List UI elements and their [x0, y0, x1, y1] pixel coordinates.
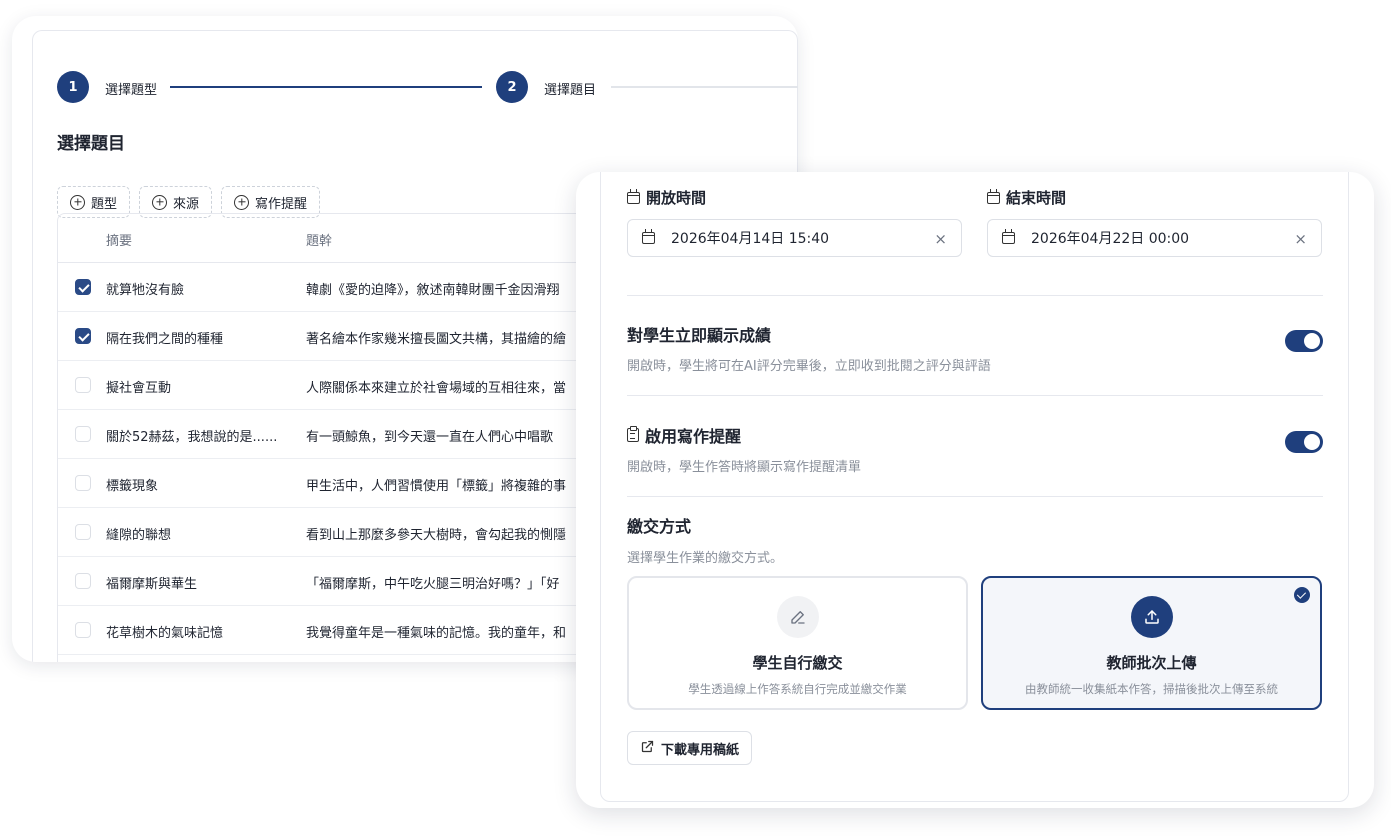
download-paper-button[interactable]: 下載專用稿紙 — [627, 731, 753, 765]
row-stem: 韓劇《愛的迫降》，敘述南韓財團千金因滑翔 — [306, 283, 560, 298]
close-time-label: 結束時間 — [1006, 189, 1067, 207]
show-score-desc: 開啟時，學生將可在AI評分完畢後，立即收到批閱之評分與評語 — [627, 359, 991, 374]
row-checkbox[interactable] — [75, 524, 91, 540]
show-score-setting: 對學生立即顯示成績 開啟時，學生將可在AI評分完畢後，立即收到批閱之評分與評語 — [627, 322, 1323, 374]
step-1-indicator[interactable]: 1 — [57, 71, 89, 103]
clear-icon[interactable]: × — [1294, 230, 1307, 248]
row-summary: 標籤現象 — [106, 479, 159, 494]
stepper: 1 選擇題型 2 選擇題目 — [57, 71, 798, 105]
option-desc: 由教師統一收集紙本作答，掃描後批次上傳至系統 — [1025, 682, 1278, 696]
open-time-input[interactable]: 2026年04月14日 15:40 × — [627, 219, 962, 257]
open-time-label: 開放時間 — [646, 189, 707, 207]
assignment-settings-card: 開放時間 2026年04月14日 15:40 × 結束時間 2026年04月22… — [576, 172, 1374, 808]
submission-method-desc: 選擇學生作業的繳交方式。 — [627, 551, 784, 566]
row-checkbox[interactable] — [75, 573, 91, 589]
step-connector — [170, 86, 482, 88]
row-checkbox[interactable] — [75, 475, 91, 491]
row-stem: 我覺得童年是一種氣味的記憶。我的童年，和 — [306, 626, 567, 641]
step-2-indicator[interactable]: 2 — [496, 71, 528, 103]
row-checkbox[interactable] — [75, 279, 91, 295]
option-title: 教師批次上傳 — [1106, 654, 1197, 672]
close-time-label-row: 結束時間 — [987, 187, 1322, 208]
row-stem: 「福爾摩斯，中午吃火腿三明治好嗎？」「好 — [306, 577, 560, 592]
row-stem: 著名繪本作家幾米擅長圖文共構，其描繪的繪 — [306, 332, 567, 347]
row-stem: 有一頭鯨魚，到今天還一直在人們心中唱歌 — [306, 430, 554, 445]
step-2-label[interactable]: 選擇題目 — [544, 79, 596, 98]
download-paper-label: 下載專用稿紙 — [661, 742, 740, 758]
writing-reminder-setting: 啟用寫作提醒 開啟時，學生作答時將顯示寫作提醒清單 — [627, 423, 1323, 475]
calendar-icon — [627, 188, 640, 204]
writing-reminder-title: 啟用寫作提醒 — [645, 427, 742, 446]
filter-label: 寫作提醒 — [255, 196, 308, 212]
row-summary: 擬社會互動 — [106, 381, 172, 396]
writing-reminder-toggle[interactable] — [1285, 431, 1323, 453]
row-summary: 縫隙的聯想 — [106, 528, 172, 543]
close-time-value: 2026年04月22日 00:00 — [1031, 231, 1190, 247]
filter-label: 來源 — [173, 196, 200, 212]
show-score-toggle[interactable] — [1285, 330, 1323, 352]
row-summary: 花草樹木的氣味記憶 — [106, 626, 224, 641]
submission-method-title: 繳交方式 — [627, 517, 692, 536]
row-stem: 人際關係本來建立於社會場域的互相往來，當 — [306, 381, 567, 396]
divider — [627, 395, 1323, 396]
selected-check-icon — [1294, 587, 1310, 603]
section-title: 選擇題目 — [57, 134, 125, 154]
column-header-summary: 摘要 — [106, 234, 133, 249]
calendar-icon — [642, 229, 655, 244]
column-header-stem: 題幹 — [306, 234, 333, 249]
assignment-settings-panel: 開放時間 2026年04月14日 15:40 × 結束時間 2026年04月22… — [600, 172, 1349, 802]
row-checkbox[interactable] — [75, 377, 91, 393]
filter-label: 題型 — [91, 196, 118, 212]
pencil-icon — [776, 596, 819, 638]
option-teacher-upload[interactable]: 教師批次上傳 由教師統一收集紙本作答，掃描後批次上傳至系統 — [981, 576, 1322, 710]
open-time-block: 開放時間 2026年04月14日 15:40 × — [627, 187, 962, 257]
divider — [627, 496, 1323, 497]
open-time-label-row: 開放時間 — [627, 187, 962, 208]
plus-circle-icon — [70, 194, 85, 210]
step-connector-tail — [611, 86, 798, 88]
plus-circle-icon — [234, 194, 250, 210]
writing-reminder-desc: 開啟時，學生作答時將顯示寫作提醒清單 — [627, 460, 862, 475]
option-desc: 學生透過線上作答系統自行完成並繳交作業 — [688, 682, 907, 696]
step-1-label[interactable]: 選擇題型 — [105, 79, 157, 98]
row-stem: 看到山上那麼多參天大樹時，會勾起我的惻隱 — [306, 528, 567, 543]
writing-reminder-title-row: 啟用寫作提醒 — [627, 423, 1323, 447]
calendar-icon — [1002, 229, 1015, 244]
row-checkbox[interactable] — [75, 328, 91, 344]
divider — [627, 295, 1323, 296]
clear-icon[interactable]: × — [934, 230, 947, 248]
option-student-submit[interactable]: 學生自行繳交 學生透過線上作答系統自行完成並繳交作業 — [627, 576, 968, 710]
calendar-icon — [987, 188, 1000, 204]
plus-circle-icon — [152, 194, 168, 210]
row-summary: 福爾摩斯與華生 — [106, 577, 198, 592]
clipboard-icon — [627, 426, 639, 442]
external-link-icon — [640, 739, 655, 758]
row-checkbox[interactable] — [75, 622, 91, 638]
show-score-title: 對學生立即顯示成績 — [627, 326, 772, 345]
open-time-value: 2026年04月14日 15:40 — [671, 231, 830, 247]
option-title: 學生自行繳交 — [752, 654, 843, 672]
row-summary: 就算牠沒有臉 — [106, 283, 185, 298]
row-summary: 隔在我們之間的種種 — [106, 332, 224, 347]
close-time-block: 結束時間 2026年04月22日 00:00 × — [987, 187, 1322, 257]
row-checkbox[interactable] — [75, 426, 91, 442]
close-time-input[interactable]: 2026年04月22日 00:00 × — [987, 219, 1322, 257]
row-stem: 甲生活中，人們習慣使用「標籤」將複雜的事 — [306, 479, 567, 494]
upload-icon — [1130, 596, 1173, 638]
row-summary: 關於52赫茲，我想說的是...... — [106, 430, 278, 445]
